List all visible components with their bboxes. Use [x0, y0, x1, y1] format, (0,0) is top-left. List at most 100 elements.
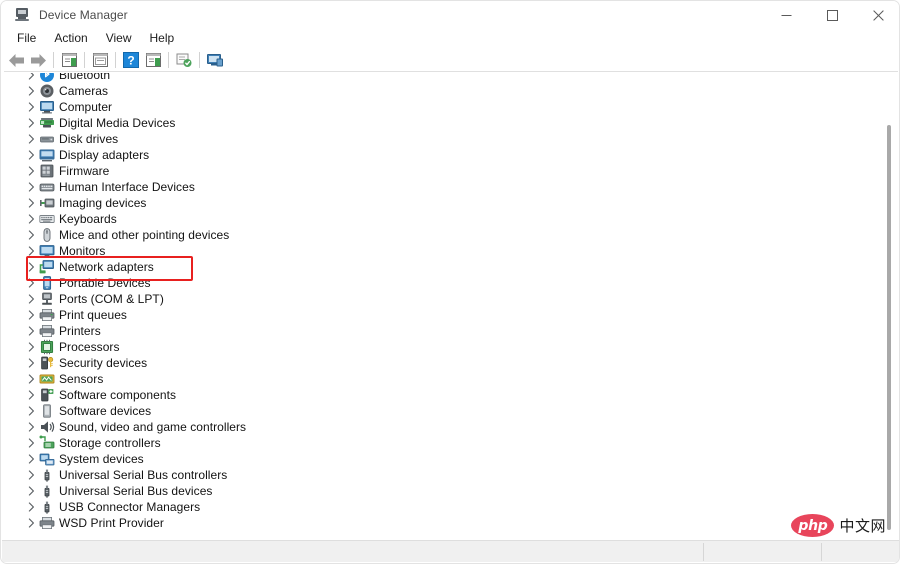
chevron-right-icon[interactable]	[24, 227, 38, 243]
tree-item-sensors[interactable]: Sensors	[4, 371, 884, 387]
chevron-right-icon[interactable]	[24, 131, 38, 147]
portable-device-icon	[38, 275, 55, 291]
chevron-right-icon[interactable]	[24, 179, 38, 195]
chevron-right-icon[interactable]	[24, 467, 38, 483]
scan-hardware-icon[interactable]	[142, 49, 164, 71]
help-question-icon[interactable]: ?	[120, 49, 142, 71]
chevron-right-icon[interactable]	[24, 499, 38, 515]
chevron-right-icon[interactable]	[24, 275, 38, 291]
chevron-right-icon[interactable]	[24, 371, 38, 387]
chevron-right-icon[interactable]	[24, 163, 38, 179]
tree-item-label: Processors	[59, 340, 120, 354]
usb-icon	[38, 483, 55, 499]
maximize-icon[interactable]	[809, 1, 855, 29]
printer-icon	[38, 515, 55, 531]
menu-item-view[interactable]: View	[97, 30, 141, 47]
tree-item-label: Mice and other pointing devices	[59, 228, 230, 242]
tree-item-disk-drives[interactable]: Disk drives	[4, 131, 884, 147]
chevron-right-icon[interactable]	[24, 339, 38, 355]
chevron-right-icon[interactable]	[24, 195, 38, 211]
tree-item-printers[interactable]: Printers	[4, 323, 884, 339]
tree-item-monitors[interactable]: Monitors	[4, 243, 884, 259]
chevron-right-icon[interactable]	[24, 99, 38, 115]
vertical-scrollbar-thumb[interactable]	[887, 125, 891, 530]
update-driver-icon[interactable]	[173, 49, 195, 71]
tree-item-imaging-devices[interactable]: Imaging devices	[4, 195, 884, 211]
printer-icon	[38, 323, 55, 339]
tree-item-security-devices[interactable]: Security devices	[4, 355, 884, 371]
sensor-icon	[38, 371, 55, 387]
chevron-right-icon[interactable]	[24, 73, 38, 83]
chevron-right-icon[interactable]	[24, 259, 38, 275]
computer-icon	[38, 99, 55, 115]
properties-icon[interactable]	[89, 49, 111, 71]
chevron-right-icon[interactable]	[24, 515, 38, 531]
forward-arrow-icon[interactable]	[27, 49, 49, 71]
chevron-right-icon[interactable]	[24, 435, 38, 451]
chevron-right-icon[interactable]	[24, 403, 38, 419]
tree-item-usb-connector-managers[interactable]: USB Connector Managers	[4, 499, 884, 515]
status-bar-separator-1	[703, 543, 704, 561]
tree-item-network-adapters[interactable]: Network adapters	[4, 259, 884, 275]
tree-item-wsd-print-provider[interactable]: WSD Print Provider	[4, 515, 884, 531]
tree-item-label: Printers	[59, 324, 101, 338]
chevron-right-icon[interactable]	[24, 147, 38, 163]
tree-item-storage-controllers[interactable]: Storage controllers	[4, 435, 884, 451]
menu-item-help[interactable]: Help	[141, 30, 184, 47]
back-arrow-icon[interactable]	[5, 49, 27, 71]
tree-item-human-interface-devices[interactable]: Human Interface Devices	[4, 179, 884, 195]
tree-item-keyboards[interactable]: Keyboards	[4, 211, 884, 227]
menu-item-file[interactable]: File	[8, 30, 45, 47]
tree-item-bluetooth[interactable]: Bluetooth	[4, 73, 884, 83]
chevron-right-icon[interactable]	[24, 387, 38, 403]
chevron-right-icon[interactable]	[24, 451, 38, 467]
tree-item-label: Display adapters	[59, 148, 150, 162]
display-adapter-icon	[38, 147, 55, 163]
tree-item-cameras[interactable]: Cameras	[4, 83, 884, 99]
tree-item-portable-devices[interactable]: Portable Devices	[4, 275, 884, 291]
close-icon[interactable]	[855, 1, 899, 29]
tree-item-system-devices[interactable]: System devices	[4, 451, 884, 467]
tree-item-computer[interactable]: Computer	[4, 99, 884, 115]
chevron-right-icon[interactable]	[24, 211, 38, 227]
status-bar-separator-2	[821, 543, 822, 561]
status-bar	[2, 540, 899, 562]
tree-item-sound-video-and-game-controllers[interactable]: Sound, video and game controllers	[4, 419, 884, 435]
watermark: php 中文网	[791, 514, 886, 537]
tree-item-display-adapters[interactable]: Display adapters	[4, 147, 884, 163]
tree-item-print-queues[interactable]: Print queues	[4, 307, 884, 323]
tree-item-software-components[interactable]: Software components	[4, 387, 884, 403]
menu-item-action[interactable]: Action	[45, 30, 96, 47]
firmware-icon	[38, 163, 55, 179]
device-manager-window: Device Manager File Action View Help ? B…	[0, 0, 900, 564]
tree-item-firmware[interactable]: Firmware	[4, 163, 884, 179]
chevron-right-icon[interactable]	[24, 323, 38, 339]
console-tree-icon[interactable]	[58, 49, 80, 71]
device-monitor-icon[interactable]	[204, 49, 226, 71]
minimize-icon[interactable]	[763, 1, 809, 29]
chevron-right-icon[interactable]	[24, 115, 38, 131]
chevron-right-icon[interactable]	[24, 291, 38, 307]
tree-item-ports-com-lpt[interactable]: Ports (COM & LPT)	[4, 291, 884, 307]
tree-item-universal-serial-bus-controllers[interactable]: Universal Serial Bus controllers	[4, 467, 884, 483]
tree-item-processors[interactable]: Processors	[4, 339, 884, 355]
tree-item-label: Bluetooth	[59, 73, 111, 82]
tree-item-digital-media-devices[interactable]: Digital Media Devices	[4, 115, 884, 131]
chevron-right-icon[interactable]	[24, 307, 38, 323]
vertical-scrollbar[interactable]	[882, 73, 896, 537]
toolbar: ?	[1, 48, 899, 72]
tree-item-universal-serial-bus-devices[interactable]: Universal Serial Bus devices	[4, 483, 884, 499]
bluetooth-icon	[38, 73, 55, 83]
tree-item-software-devices[interactable]: Software devices	[4, 403, 884, 419]
toolbar-separator-1	[53, 52, 54, 68]
chevron-right-icon[interactable]	[24, 419, 38, 435]
toolbar-separator-4	[168, 52, 169, 68]
tree-item-label: Universal Serial Bus controllers	[59, 468, 228, 482]
chevron-right-icon[interactable]	[24, 355, 38, 371]
chevron-right-icon[interactable]	[24, 483, 38, 499]
chevron-right-icon[interactable]	[24, 83, 38, 99]
device-tree-pane[interactable]: Bluetooth Cameras Computer Digital Media De…	[4, 73, 898, 537]
tree-item-mice-and-other-pointing-devices[interactable]: Mice and other pointing devices	[4, 227, 884, 243]
chevron-right-icon[interactable]	[24, 243, 38, 259]
tree-item-label: Print queues	[59, 308, 127, 322]
